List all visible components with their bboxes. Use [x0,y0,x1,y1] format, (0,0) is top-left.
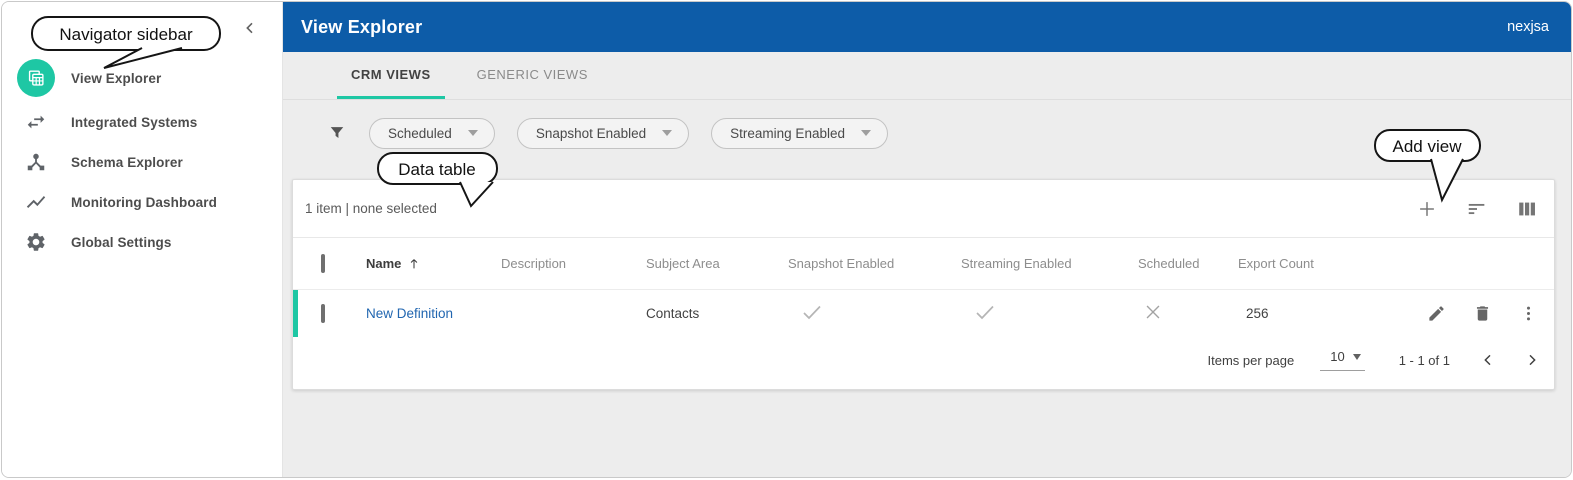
chevron-down-icon [860,130,871,136]
tab-generic-views[interactable]: GENERIC VIEWS [463,52,602,99]
chevron-down-icon [467,130,478,136]
cross-icon [1146,305,1160,319]
sidebar-item-label: Monitoring Dashboard [71,194,217,210]
product-name: nexjsa [1507,19,1549,35]
plus-icon [1420,201,1434,216]
gear-icon [27,233,45,251]
row-scheduled [1138,301,1238,326]
delete-button[interactable] [1473,304,1492,323]
line-chart-icon [26,196,46,208]
page-size-select[interactable]: 10 [1320,349,1365,371]
page-title: View Explorer [301,16,423,37]
edit-button[interactable] [1427,304,1446,323]
sidebar-item-label: Global Settings [71,234,172,250]
row-snapshot-enabled [788,300,961,327]
check-icon [803,305,821,320]
tab-crm-views[interactable]: CRM VIEWS [337,52,445,99]
row-export-count: 256 [1246,306,1269,321]
chevron-down-icon [1352,353,1361,360]
trash-icon [1476,306,1489,321]
filter-icon[interactable] [327,123,347,143]
column-header-scheduled[interactable]: Scheduled [1138,256,1238,271]
sidebar-item-label: Schema Explorer [71,154,183,170]
column-header-subject-area[interactable]: Subject Area [646,256,788,271]
column-header-streaming-enabled[interactable]: Streaming Enabled [961,256,1138,271]
column-header-export-count[interactable]: Export Count [1238,256,1368,271]
kebab-menu-icon [1526,306,1531,321]
row-checkbox[interactable] [321,304,325,323]
main-content: View Explorer nexjsa CRM VIEWS GENERIC V… [283,2,1571,477]
chevron-left-icon [1484,354,1491,366]
sidebar-item-view-explorer[interactable]: View Explorer [2,54,282,102]
pencil-icon [1429,306,1444,321]
columns-icon [1519,202,1535,215]
row-name-link[interactable]: New Definition [366,306,453,321]
schema-hub-icon [27,153,45,171]
column-header-name[interactable]: Name [366,256,501,271]
table-toolbar: 1 item | none selected [293,180,1554,237]
sidebar-item-label: Integrated Systems [71,114,198,130]
navigator-sidebar: View Explorer Integrated Systems Schema … [2,2,283,477]
sort-icon [1468,203,1485,214]
page-range-label: 1 - 1 of 1 [1398,352,1450,368]
add-view-button[interactable] [1416,198,1438,220]
filter-chip-scheduled[interactable]: Scheduled [369,117,495,149]
sidebar-item-global-settings[interactable]: Global Settings [2,222,282,262]
previous-page-button[interactable] [1480,352,1496,368]
check-icon [976,305,994,320]
sort-ascending-icon [411,258,418,268]
column-header-description[interactable]: Description [501,256,646,271]
tab-bar: CRM VIEWS GENERIC VIEWS [283,52,1571,100]
sidebar-item-schema-explorer[interactable]: Schema Explorer [2,142,282,182]
chevron-right-icon [1529,354,1536,366]
columns-button[interactable] [1516,198,1538,220]
row-streaming-enabled [961,300,1138,327]
app-window: View Explorer Integrated Systems Schema … [1,1,1572,478]
view-explorer-icon [17,59,55,97]
filter-chip-snapshot-enabled[interactable]: Snapshot Enabled [516,117,690,149]
sidebar-nav-list: View Explorer Integrated Systems Schema … [2,54,282,262]
table-row: New Definition Contacts 256 [293,289,1554,337]
data-table-card: 1 item | none selected Name Description … [292,179,1555,390]
app-header: View Explorer nexjsa [283,2,1571,52]
swap-arrows-icon [27,115,45,129]
next-page-button[interactable] [1524,352,1540,368]
chevron-left-icon [246,22,253,34]
row-subject-area: Contacts [646,306,700,321]
sidebar-item-label: View Explorer [71,70,162,86]
filter-bar: Scheduled Snapshot Enabled Streaming Ena… [283,100,1571,166]
more-options-button[interactable] [1519,304,1538,323]
sidebar-item-integrated-systems[interactable]: Integrated Systems [2,102,282,142]
filter-chip-streaming-enabled[interactable]: Streaming Enabled [711,117,888,149]
table-header-row: Name Description Subject Area Snapshot E… [293,237,1554,289]
select-all-checkbox[interactable] [321,254,325,273]
sidebar-collapse-button[interactable] [242,20,258,41]
column-header-snapshot-enabled[interactable]: Snapshot Enabled [788,256,961,271]
selection-summary: 1 item | none selected [305,201,437,216]
items-per-page-label: Items per page [1207,352,1295,368]
pagination-bar: Items per page 10 1 - 1 of 1 [293,337,1554,383]
sidebar-item-monitoring-dashboard[interactable]: Monitoring Dashboard [2,182,282,222]
sort-button[interactable] [1466,198,1488,220]
chevron-down-icon [662,130,673,136]
